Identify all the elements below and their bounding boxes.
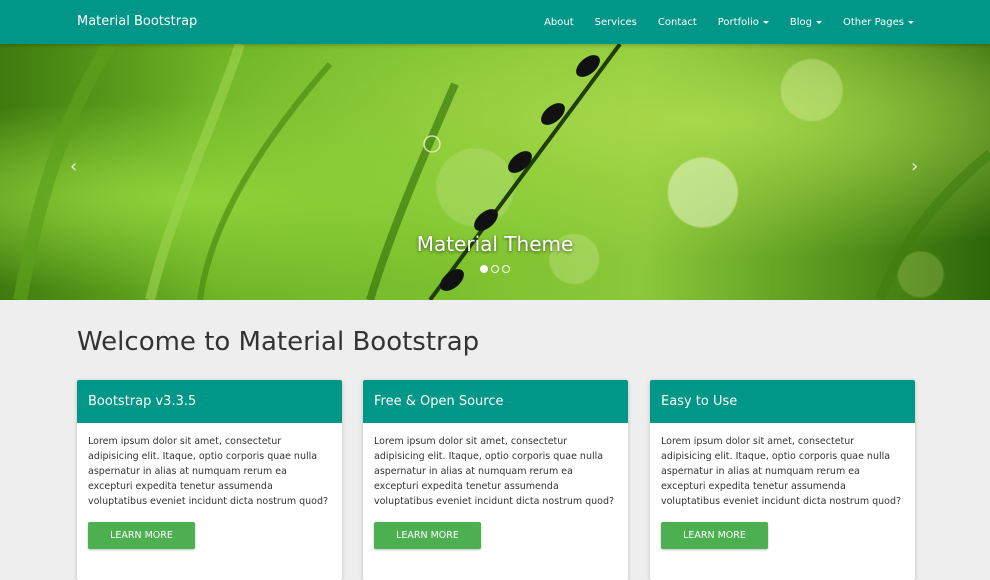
nav-item-label: Portfolio xyxy=(717,16,759,28)
nav-item-other-pages[interactable]: Other Pages xyxy=(843,17,914,28)
caret-down-icon xyxy=(816,20,822,24)
card-body-text: Lorem ipsum dolor sit amet, consectetur … xyxy=(661,436,902,507)
nav-item-label: Contact xyxy=(657,16,697,28)
carousel-indicator[interactable] xyxy=(480,265,488,273)
feature-card: Free & Open Source Lorem ipsum dolor sit… xyxy=(363,380,628,580)
top-navbar: Material Bootstrap About Services Contac… xyxy=(0,0,990,44)
carousel-caption: Material Theme xyxy=(416,232,574,256)
carousel-slide-image xyxy=(13,44,990,300)
card-body-text: Lorem ipsum dolor sit amet, consectetur … xyxy=(374,436,615,507)
carousel-prev-button[interactable]: ‹ xyxy=(70,156,77,177)
nav-item-label: Services xyxy=(594,16,637,28)
nav-menu: About Services Contact Portfolio Blog Ot… xyxy=(523,0,914,44)
chevron-right-icon: › xyxy=(911,156,919,177)
caret-down-icon xyxy=(762,20,769,24)
feature-card: Bootstrap v3.3.5 Lorem ipsum dolor sit a… xyxy=(77,380,342,580)
card-heading: Easy to Use xyxy=(650,380,915,423)
carousel-indicator[interactable] xyxy=(491,265,499,273)
caret-down-icon xyxy=(908,20,914,24)
carousel-next-button[interactable]: › xyxy=(911,156,918,177)
nav-item-portfolio[interactable]: Portfolio xyxy=(718,17,769,28)
card-heading: Bootstrap v3.3.5 xyxy=(77,380,342,423)
learn-more-button[interactable]: LEARN MORE xyxy=(374,522,481,549)
nav-item-about[interactable]: About xyxy=(544,17,574,28)
carousel-indicators xyxy=(480,265,513,273)
learn-more-button[interactable]: LEARN MORE xyxy=(88,522,195,549)
nav-item-label: Other Pages xyxy=(843,16,904,28)
card-heading: Free & Open Source xyxy=(363,380,628,423)
feature-card: Easy to Use Lorem ipsum dolor sit amet, … xyxy=(650,380,915,580)
chevron-left-icon: ‹ xyxy=(70,156,78,177)
nav-item-services[interactable]: Services xyxy=(595,17,637,28)
nav-item-contact[interactable]: Contact xyxy=(658,17,697,28)
nav-item-label: Blog xyxy=(789,16,812,28)
hero-carousel: ‹ › Material Theme xyxy=(0,44,990,300)
nav-item-blog[interactable]: Blog xyxy=(790,17,822,28)
card-body-text: Lorem ipsum dolor sit amet, consectetur … xyxy=(88,436,329,507)
brand-link[interactable]: Material Bootstrap xyxy=(77,14,197,29)
page-title: Welcome to Material Bootstrap xyxy=(77,327,480,357)
carousel-indicator[interactable] xyxy=(502,265,510,273)
nav-item-label: About xyxy=(544,16,574,28)
learn-more-button[interactable]: LEARN MORE xyxy=(661,522,768,549)
